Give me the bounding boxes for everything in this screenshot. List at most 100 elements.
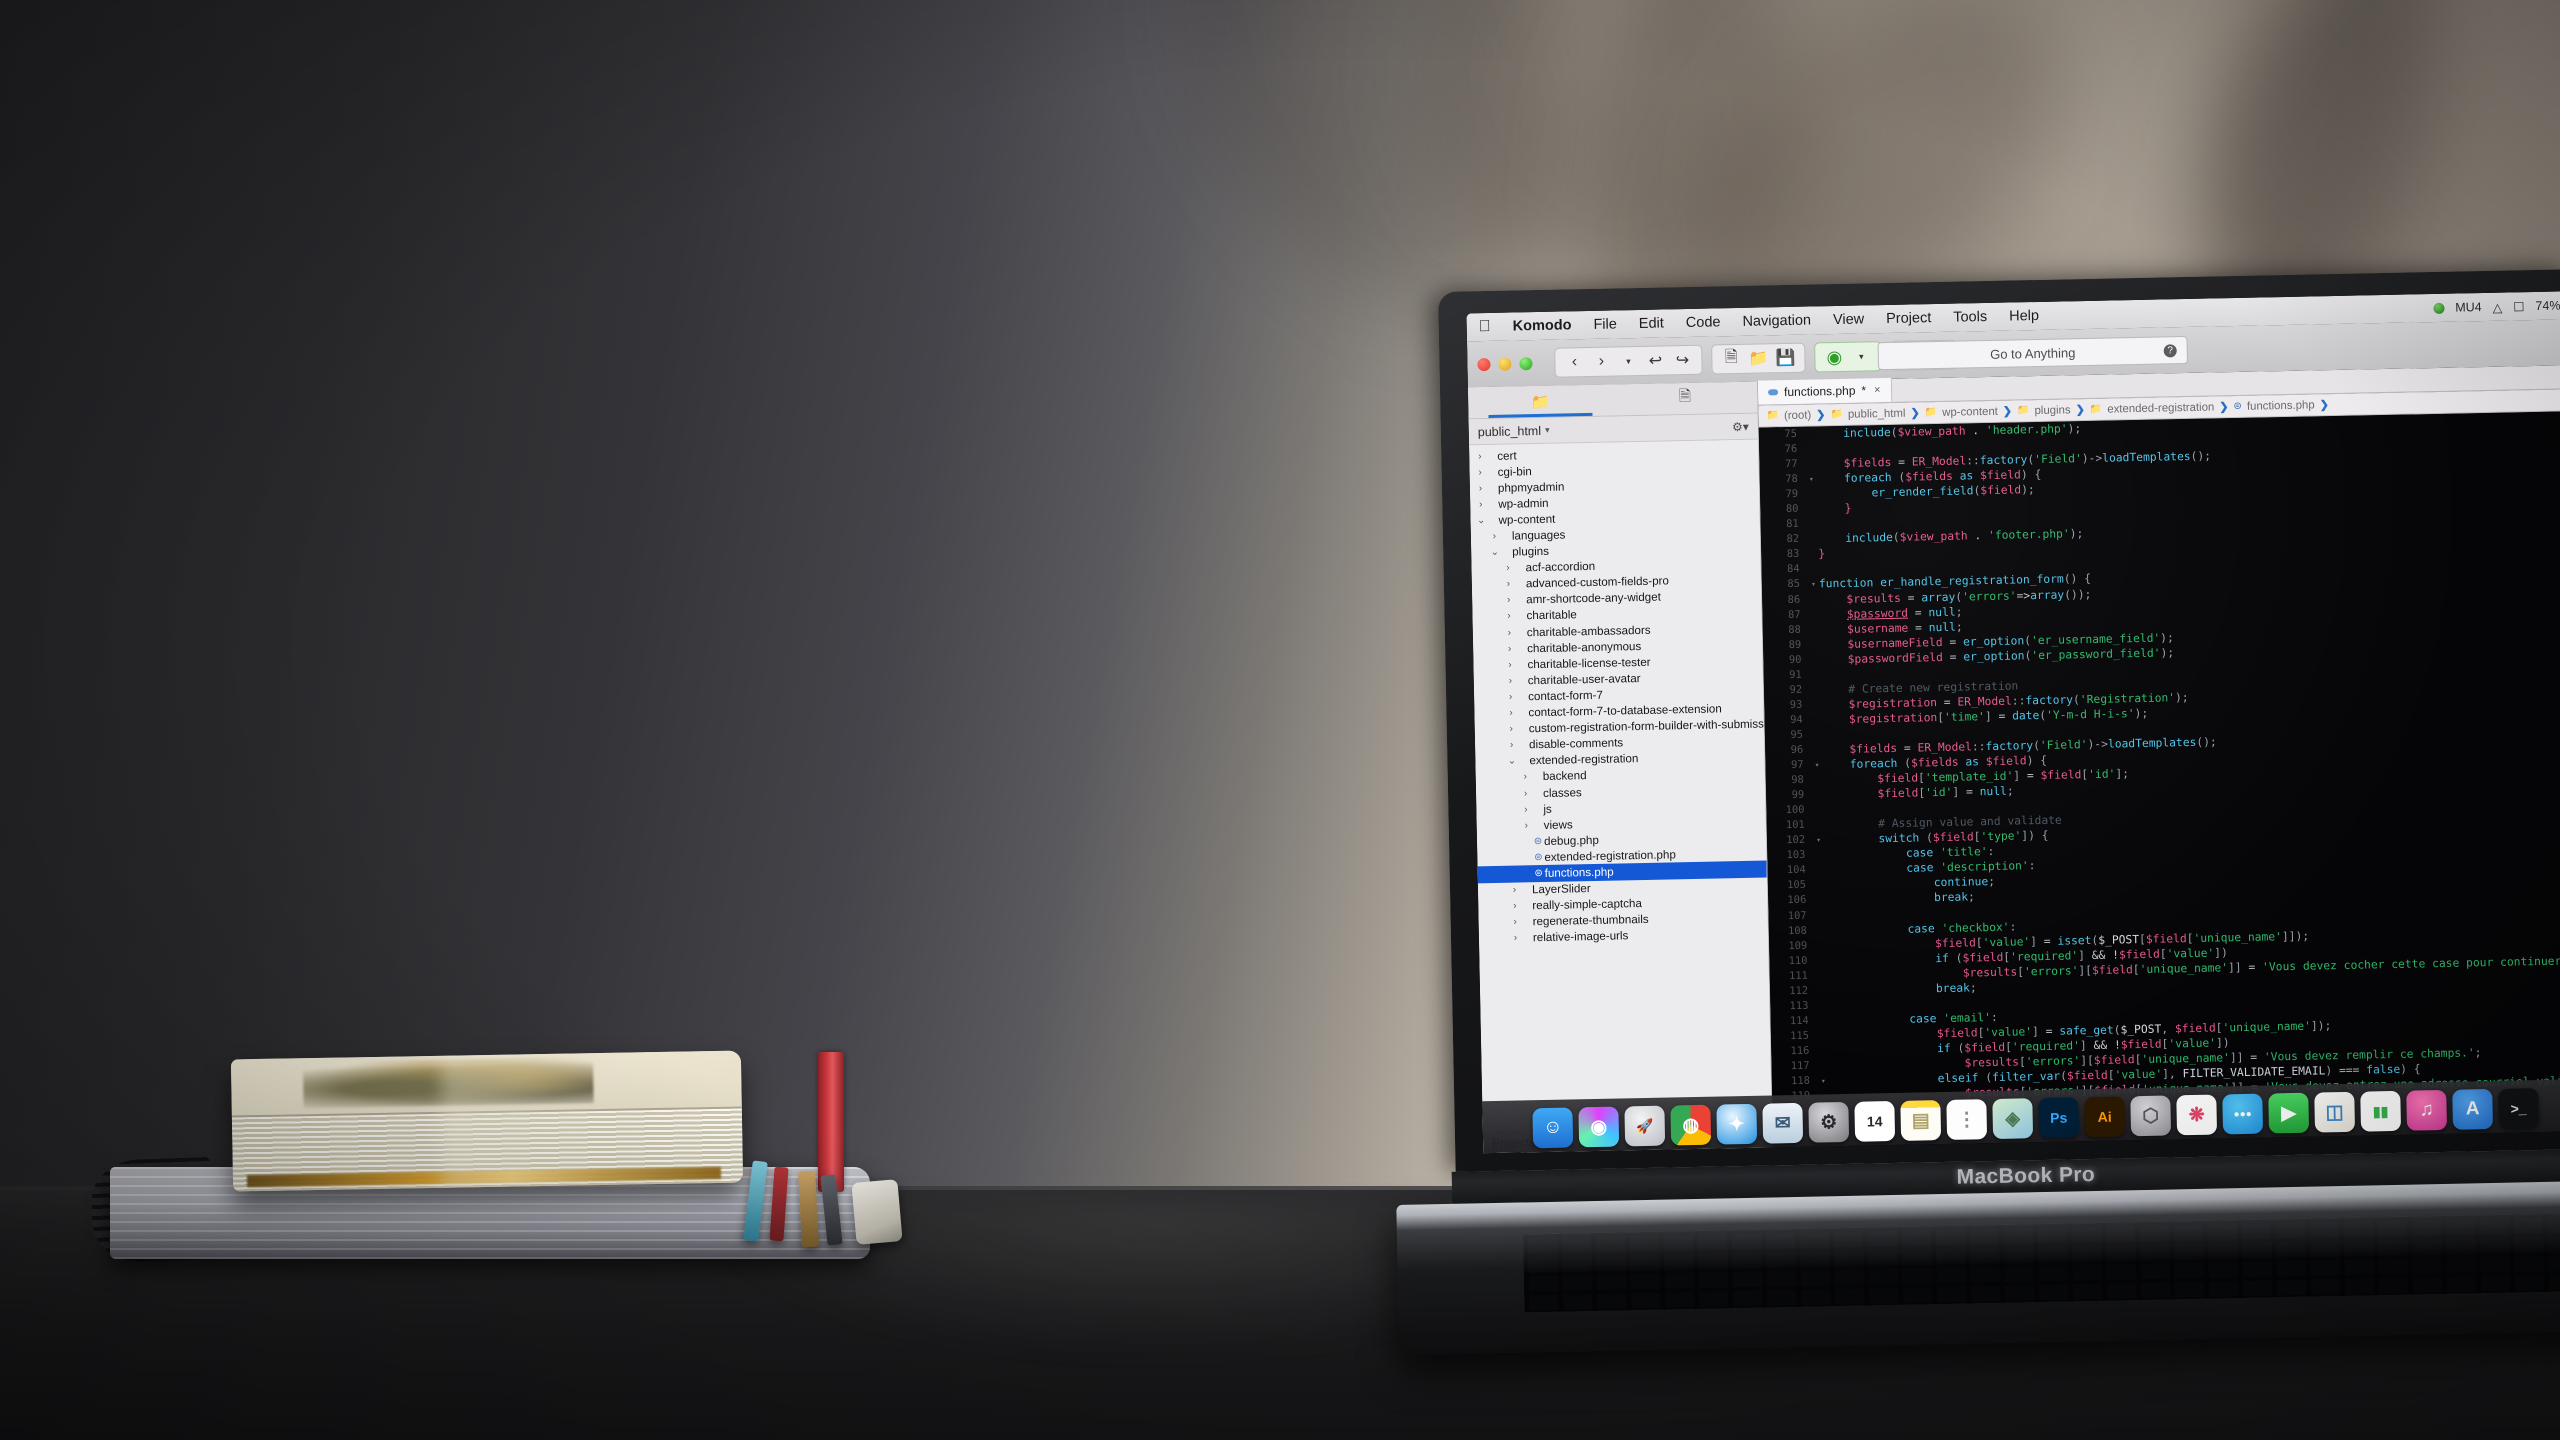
dropbox-icon[interactable] <box>2433 302 2445 314</box>
twisty-collapsed-icon[interactable]: › <box>1504 643 1515 654</box>
sidebar-tab-places[interactable]: 📁 <box>1468 385 1613 419</box>
code-fold-icon[interactable]: ▾ <box>1806 472 1817 487</box>
dock-item-sequel-pro[interactable]: ⬡ <box>2130 1095 2172 1137</box>
menu-help[interactable]: Help <box>2009 308 2039 325</box>
code-fold-icon[interactable]: ▾ <box>1808 577 1819 592</box>
go-to-anything-input[interactable]: Go to Anything ? <box>1877 335 2188 371</box>
twisty-collapsed-icon[interactable]: › <box>1520 772 1531 783</box>
editor-tab-functions-php[interactable]: functions.php * × <box>1757 377 1892 405</box>
dock-item-notes[interactable]: ▤ <box>1900 1100 1942 1141</box>
run-dropdown-icon[interactable]: ▾ <box>1851 346 1871 366</box>
menu-navigation[interactable]: Navigation <box>1742 313 1811 330</box>
twisty-expanded-icon[interactable]: ⌄ <box>1475 515 1486 526</box>
twisty-collapsed-icon[interactable]: › <box>1509 901 1520 912</box>
menu-project[interactable]: Project <box>1886 310 1931 327</box>
breadcrumb-item[interactable]: public_html <box>1848 407 1906 420</box>
twisty-collapsed-icon[interactable]: › <box>1504 627 1515 638</box>
redo-icon[interactable]: ↪ <box>1672 350 1692 370</box>
twisty-collapsed-icon[interactable]: › <box>1505 675 1516 686</box>
run-button-group[interactable]: ◉ ▾ <box>1814 341 1882 373</box>
code-fold-icon[interactable]: ▾ <box>1818 1073 1829 1088</box>
twisty-collapsed-icon[interactable]: › <box>1520 788 1531 799</box>
twisty-collapsed-icon[interactable]: › <box>1503 595 1514 606</box>
breadcrumb-item[interactable]: wp-content <box>1942 405 1998 418</box>
menu-file[interactable]: File <box>1593 316 1617 332</box>
breadcrumb-item[interactable]: (root) <box>1784 409 1811 422</box>
twisty-collapsed-icon[interactable]: › <box>1505 708 1516 719</box>
dock-item-app-store[interactable]: A <box>2452 1089 2494 1130</box>
menu-tools[interactable]: Tools <box>1953 309 1987 326</box>
twisty-collapsed-icon[interactable]: › <box>1521 820 1532 831</box>
undo-icon[interactable]: ↩ <box>1645 350 1665 370</box>
minimize-button[interactable] <box>1498 357 1512 371</box>
gear-icon[interactable]: ⚙▾ <box>1732 419 1749 433</box>
chevron-down-icon[interactable]: ▾ <box>1618 351 1638 371</box>
battery-percentage[interactable]: 74% <box>2535 298 2560 312</box>
new-file-icon[interactable]: 🗎 <box>1721 348 1741 369</box>
twisty-collapsed-icon[interactable]: › <box>1520 804 1531 815</box>
window-traffic-lights[interactable] <box>1477 356 1533 371</box>
breadcrumb-item[interactable]: functions.php <box>2247 399 2315 412</box>
twisty-collapsed-icon[interactable]: › <box>1509 885 1520 896</box>
dock-item-terminal[interactable]: >_ <box>2498 1088 2540 1129</box>
dock-item-mail[interactable]: ✉ <box>1762 1102 1804 1144</box>
twisty-collapsed-icon[interactable]: › <box>1475 467 1486 478</box>
twisty-collapsed-icon[interactable]: › <box>1475 483 1486 494</box>
open-folder-icon[interactable]: 📁 <box>1748 348 1768 368</box>
dock-item-reminders[interactable]: ⋮ <box>1946 1099 1988 1140</box>
dock-item-itunes[interactable]: ♫ <box>2406 1089 2448 1131</box>
dock-item-siri[interactable]: ◉ <box>1578 1106 1620 1148</box>
menu-app-name[interactable]: Komodo <box>1513 317 1572 334</box>
dock-item-google-chrome[interactable]: ◍ <box>1670 1104 1712 1146</box>
dock-item-finder[interactable]: ☺ <box>1532 1107 1574 1149</box>
close-icon[interactable]: × <box>1874 384 1881 396</box>
chevron-down-icon[interactable]: ▾ <box>1545 425 1550 436</box>
breadcrumb-item[interactable]: plugins <box>2034 404 2070 417</box>
apple-logo-icon[interactable]:  <box>1479 318 1491 335</box>
file-tree[interactable]: › cert › cgi-bin › phpmyadmin › wp-admin ⌄ wp-con… <box>1469 439 1772 1132</box>
twisty-collapsed-icon[interactable]: › <box>1506 740 1517 751</box>
menu-view[interactable]: View <box>1833 311 1864 328</box>
twisty-collapsed-icon[interactable]: › <box>1489 531 1500 542</box>
dock-item-photos[interactable]: ❋ <box>2176 1094 2218 1136</box>
twisty-expanded-icon[interactable]: ⌄ <box>1489 547 1500 558</box>
dock-item-system-preferences[interactable]: ⚙ <box>1808 1101 1850 1143</box>
dock-item-calendar[interactable]: 14 <box>1854 1101 1896 1142</box>
twisty-collapsed-icon[interactable]: › <box>1503 611 1514 622</box>
twisty-expanded-icon[interactable]: ⌄ <box>1506 756 1517 767</box>
back-icon[interactable]: ‹ <box>1564 352 1584 372</box>
help-icon[interactable]: ? <box>2163 343 2177 357</box>
twisty-collapsed-icon[interactable]: › <box>1510 917 1521 928</box>
navigation-button-group[interactable]: ‹ › ▾ ↩ ↪ <box>1554 344 1703 378</box>
debug-run-icon[interactable]: ◉ <box>1824 346 1844 367</box>
dock-item-launchpad[interactable]: 🚀 <box>1624 1105 1666 1147</box>
menubar-status-area[interactable]: MU4 △ ☐ 74% <box>2433 298 2560 316</box>
twisty-collapsed-icon[interactable]: › <box>1503 579 1514 590</box>
forward-icon[interactable]: › <box>1591 352 1611 372</box>
wifi-icon[interactable]: △ <box>2492 299 2503 314</box>
dock-item-numbers[interactable]: ▮▮ <box>2360 1090 2402 1132</box>
menu-edit[interactable]: Edit <box>1639 315 1664 331</box>
dock-item-photoshop[interactable]: Ps <box>2038 1097 2080 1139</box>
code-fold-icon[interactable]: ▾ <box>1813 833 1824 848</box>
file-button-group[interactable]: 🗎 📁 💾 <box>1711 342 1806 375</box>
dock-item-messages[interactable]: ●●● <box>2222 1093 2264 1135</box>
zoom-button[interactable] <box>1519 356 1533 370</box>
twisty-collapsed-icon[interactable]: › <box>1504 659 1515 670</box>
twisty-collapsed-icon[interactable]: › <box>1474 451 1485 462</box>
source-code-view[interactable]: 75 include($view_path . 'header.php'); 76… <box>1758 411 2560 1148</box>
save-icon[interactable]: 💾 <box>1775 348 1795 368</box>
dock-item-safari[interactable]: ✦ <box>1716 1103 1758 1145</box>
twisty-collapsed-icon[interactable]: › <box>1502 563 1513 574</box>
dock-item-keynote[interactable]: ◫ <box>2314 1091 2356 1133</box>
breadcrumb-item[interactable]: extended-registration <box>2107 401 2214 415</box>
twisty-collapsed-icon[interactable]: › <box>1506 724 1517 735</box>
close-button[interactable] <box>1477 357 1491 371</box>
dock-item-facetime[interactable]: ▶ <box>2268 1092 2310 1134</box>
twisty-collapsed-icon[interactable]: › <box>1475 499 1486 510</box>
dock-item-illustrator[interactable]: Ai <box>2084 1096 2126 1138</box>
sidebar-tab-notebook[interactable]: 🗎 <box>1612 382 1757 416</box>
dock-item-photos-maps[interactable]: ◈ <box>1992 1098 2034 1140</box>
twisty-collapsed-icon[interactable]: › <box>1510 933 1521 944</box>
input-source-icon[interactable]: MU4 <box>2455 300 2482 315</box>
